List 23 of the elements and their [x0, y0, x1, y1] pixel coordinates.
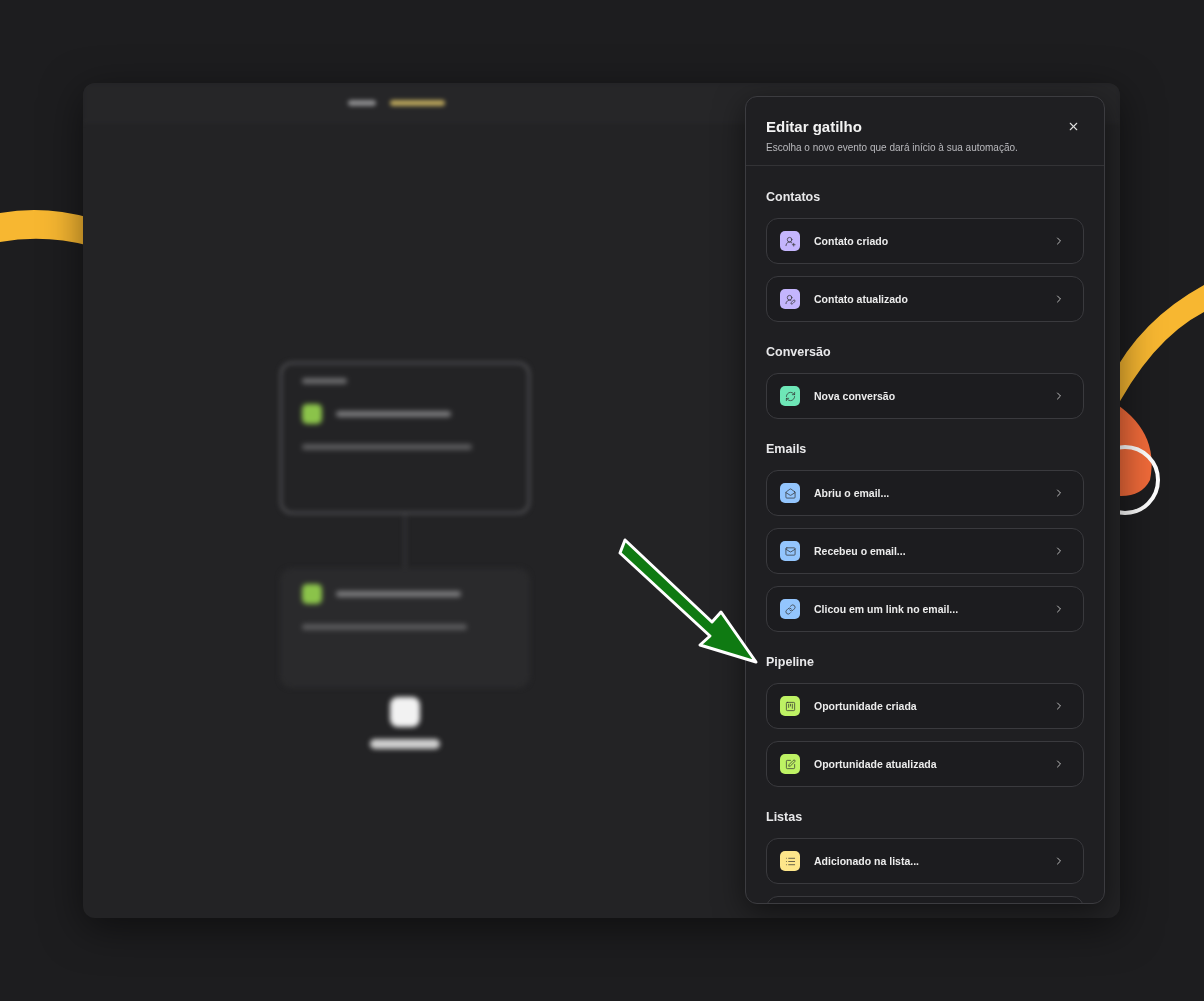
trigger-option[interactable]: Contato criado — [766, 218, 1084, 264]
blurred-text — [370, 739, 440, 749]
blurred-text — [348, 99, 376, 106]
section-heading: Conversão — [766, 345, 832, 360]
section-heading: Emails — [766, 442, 808, 457]
trigger-option[interactable]: Oportunidade atualizada — [766, 741, 1084, 787]
trigger-option[interactable]: Nova conversão — [766, 373, 1084, 419]
blurred-icon — [302, 584, 322, 604]
trigger-option[interactable]: Abriu o email... — [766, 470, 1084, 516]
section-heading: Pipeline — [766, 655, 815, 670]
panel-subtitle: Escolha o novo evento que dará início à sua automação. — [766, 142, 1018, 153]
trigger-option[interactable]: Clicou em um link no email... — [766, 586, 1084, 632]
blurred-icon — [302, 404, 322, 424]
section-heading: Listas — [766, 810, 804, 825]
close-button[interactable] — [1067, 120, 1080, 133]
trigger-option[interactable]: Contato atualizado — [766, 276, 1084, 322]
panel-title: Editar gatilho — [766, 118, 863, 135]
section-heading: Contatos — [766, 190, 822, 205]
trigger-option[interactable]: Recebeu o email... — [766, 528, 1084, 574]
blurred-text — [390, 99, 445, 106]
trigger-option[interactable]: Oportunidade criada — [766, 683, 1084, 729]
trigger-option[interactable]: Adicionado na lista... — [766, 838, 1084, 884]
blurred-text — [302, 378, 347, 384]
